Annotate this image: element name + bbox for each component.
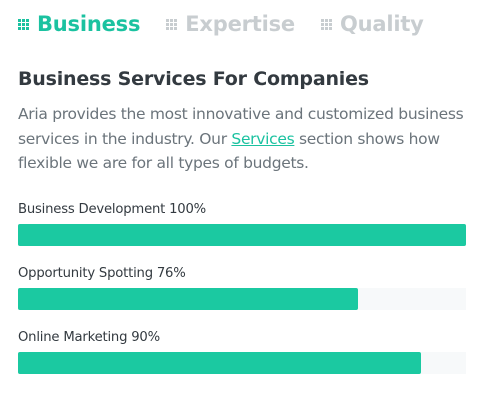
section-heading: Business Services For Companies — [18, 68, 369, 90]
skill-opportunity-spotting: Opportunity Spotting 76% — [18, 265, 466, 310]
tab-business-label: Business — [37, 12, 141, 36]
tab-quality-label: Quality — [339, 12, 424, 36]
grid-icon — [320, 18, 332, 30]
progress-track — [18, 352, 466, 374]
skill-label: Opportunity Spotting 76% — [18, 266, 186, 281]
skill-online-marketing: Online Marketing 90% — [18, 329, 466, 374]
tab-expertise-label: Expertise — [185, 12, 295, 36]
grid-icon — [166, 18, 178, 30]
tab-business[interactable]: Business — [18, 12, 140, 36]
progress-fill — [18, 224, 466, 246]
progress-fill — [18, 352, 422, 374]
section-description: Aria provides the most innovative and cu… — [18, 102, 468, 176]
tab-bar: Business Expertise Quality — [18, 8, 450, 40]
tab-quality[interactable]: Quality — [320, 12, 424, 36]
skill-business-development: Business Development 100% — [18, 201, 466, 246]
skill-label: Business Development 100% — [18, 202, 207, 217]
progress-track — [18, 288, 466, 310]
progress-track — [18, 224, 466, 246]
grid-icon — [18, 18, 29, 30]
services-link[interactable]: Services — [231, 130, 294, 148]
tab-expertise[interactable]: Expertise — [166, 12, 295, 36]
skill-label: Online Marketing 90% — [18, 330, 160, 345]
progress-fill — [18, 288, 359, 310]
